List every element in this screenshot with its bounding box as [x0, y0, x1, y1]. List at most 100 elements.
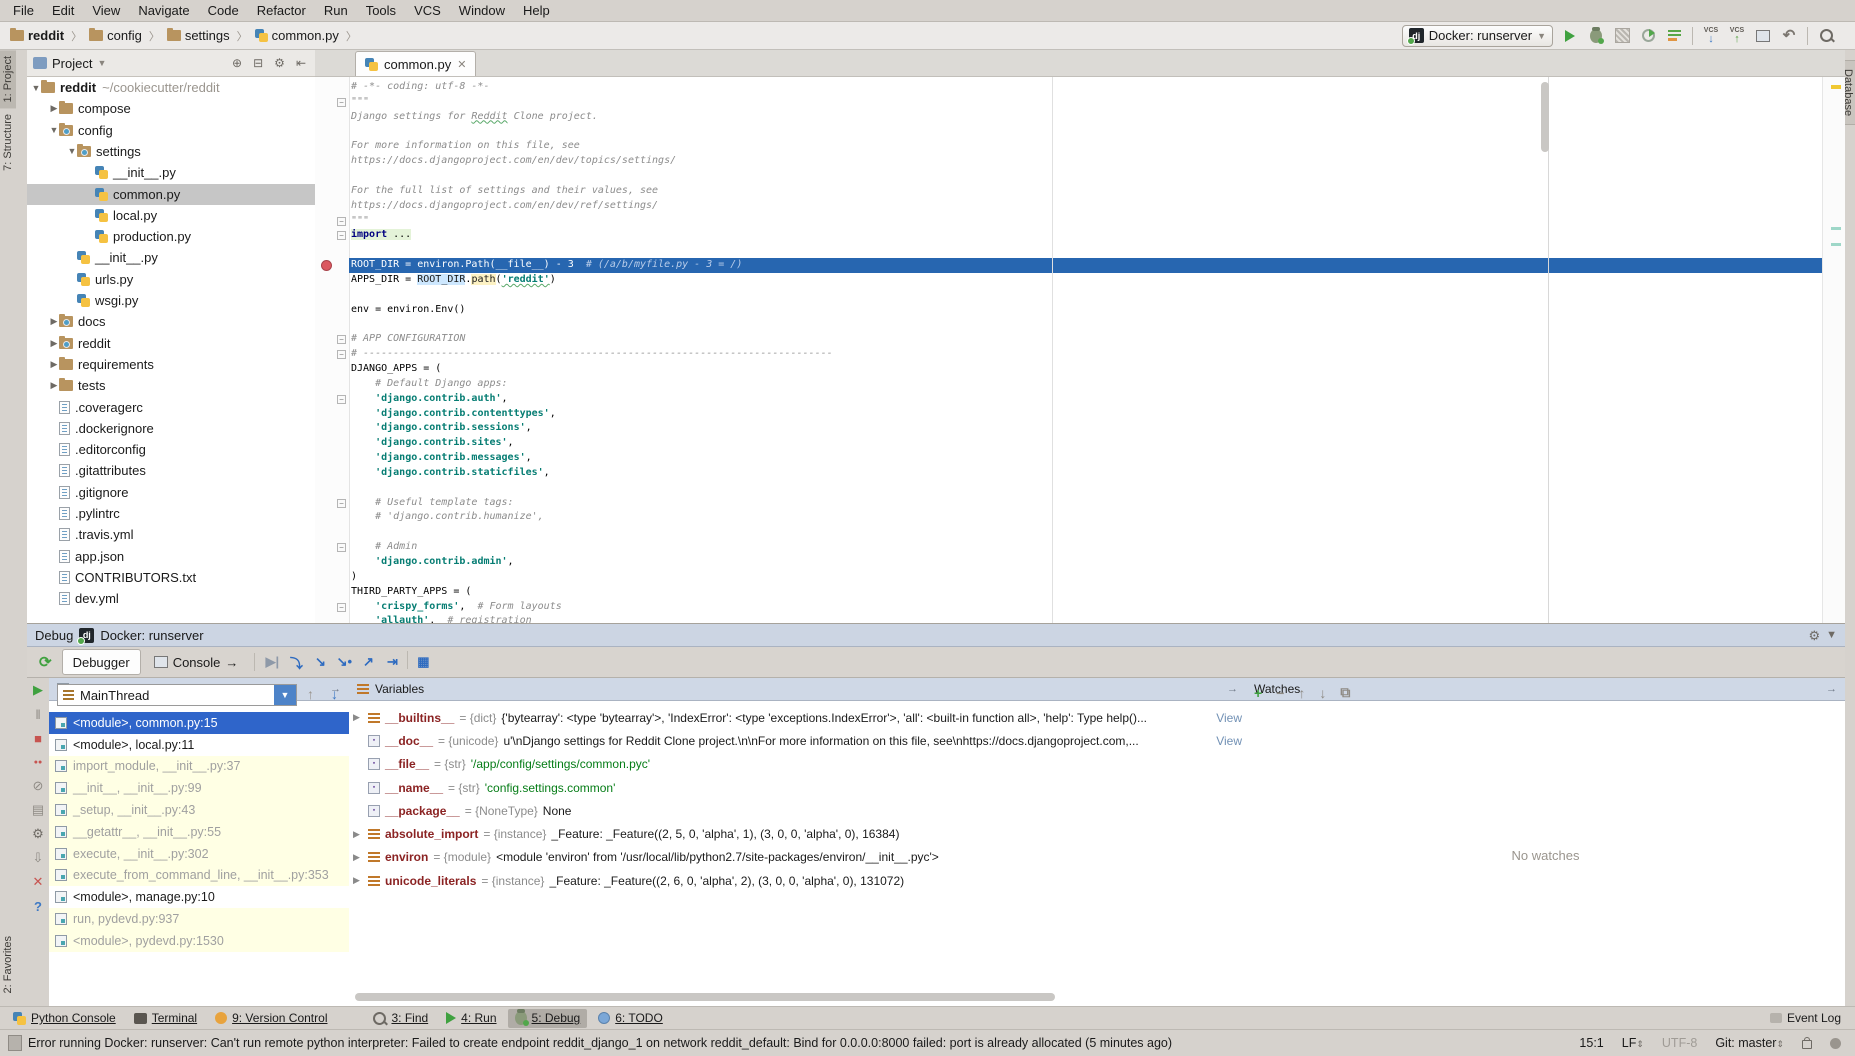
add-watch-button[interactable]: + [1254, 685, 1262, 701]
breadcrumb-item-common.py[interactable]: common.py [253, 27, 341, 44]
fold-marker-icon[interactable]: − [337, 603, 346, 612]
menu-item-edit[interactable]: Edit [43, 0, 83, 22]
tree-item--gitattributes[interactable]: .gitattributes [27, 460, 315, 481]
tree-item-wsgi-py[interactable]: wsgi.py [27, 290, 315, 311]
error-stripe[interactable] [1822, 77, 1845, 623]
remove-watch-button[interactable]: − [1276, 685, 1284, 701]
variable-row[interactable]: ▪__file__= {str}'/app/config/settings/co… [349, 753, 1246, 776]
tab-console[interactable]: Console→ [143, 649, 250, 675]
tree-item-requirements[interactable]: ▶requirements [27, 354, 315, 375]
stack-frame-row[interactable]: _setup, __init__.py:43 [49, 799, 349, 821]
tab-debugger[interactable]: Debugger [62, 649, 141, 675]
hide-panel-button[interactable]: ⇤ [293, 56, 309, 70]
expand-arrow-icon[interactable]: ▶ [49, 316, 59, 327]
expand-arrow-icon[interactable]: ▶ [353, 875, 363, 886]
stack-frame-row[interactable]: __init__, __init__.py:99 [49, 777, 349, 799]
tree-item-local-py[interactable]: local.py [27, 205, 315, 226]
thread-selector[interactable]: MainThread ▼ [57, 684, 297, 706]
lock-icon[interactable] [1802, 1040, 1812, 1049]
tool-window-button-Terminal[interactable]: Terminal [127, 1009, 204, 1028]
step-out-button[interactable]: ↗ [356, 651, 380, 673]
coverage-button[interactable] [1611, 25, 1633, 47]
fold-marker-icon[interactable]: − [337, 98, 346, 107]
pause-button[interactable]: ‖ [27, 702, 49, 726]
tree-item--travis-yml[interactable]: .travis.yml [27, 524, 315, 545]
move-up-button[interactable]: ↑ [1298, 685, 1305, 701]
detach-icon[interactable]: → [1227, 683, 1238, 695]
variable-row[interactable]: ▪__doc__= {unicode}u'\nDjango settings f… [349, 729, 1246, 752]
stack-frame-row[interactable]: <module>, manage.py:10 [49, 886, 349, 908]
editor-gutter[interactable]: −−−−−−−−− [315, 77, 350, 623]
fold-marker-icon[interactable]: − [337, 543, 346, 552]
expand-arrow-icon[interactable]: ▶ [49, 338, 59, 349]
caret-position-widget[interactable]: 15:1 [1579, 1036, 1603, 1050]
stack-frame-row[interactable]: import_module, __init__.py:37 [49, 756, 349, 778]
stack-frame-row[interactable]: __getattr__, __init__.py:55 [49, 821, 349, 843]
tool-window-button-3-Find[interactable]: 3: Find [366, 1009, 435, 1028]
variables-horizontal-scrollbar[interactable] [355, 993, 1055, 1001]
stack-frame-row[interactable]: <module>, common.py:15 [49, 712, 349, 734]
restore-layout-button[interactable]: ▤ [27, 798, 49, 822]
fold-marker-icon[interactable]: − [337, 217, 346, 226]
run-configuration-select[interactable]: dj Docker: runserver ▼ [1402, 25, 1553, 47]
tool-window-button-9-Version-Control[interactable]: 9: Version Control [208, 1009, 334, 1028]
pin-button[interactable]: ⇩ [27, 846, 49, 870]
debug-button[interactable] [1585, 25, 1607, 47]
vcs-commit-button[interactable]: VCS↑ [1726, 25, 1748, 47]
show-execution-point-button[interactable]: ▶| [260, 651, 284, 673]
info-stripe-mark[interactable] [1831, 227, 1841, 230]
move-down-button[interactable]: ↓ [1319, 685, 1326, 701]
tree-item-production-py[interactable]: production.py [27, 226, 315, 247]
expand-arrow-icon[interactable]: ▶ [49, 359, 59, 370]
expand-arrow-icon[interactable]: ▶ [353, 712, 363, 723]
tool-window-tab-7-Structure[interactable]: 7: Structure [0, 108, 16, 177]
search-everywhere-button[interactable] [1815, 25, 1837, 47]
stack-frame-row[interactable]: <module>, local.py:11 [49, 734, 349, 756]
line-separator-widget[interactable]: LF⇕ [1622, 1036, 1644, 1050]
run-to-cursor-button[interactable]: ⇥ [380, 651, 404, 673]
fold-marker-icon[interactable]: − [337, 499, 346, 508]
menu-item-code[interactable]: Code [199, 0, 248, 22]
stack-frame-row[interactable]: execute_from_command_line, __init__.py:3… [49, 865, 349, 887]
settings-button[interactable]: ⚙ [27, 822, 49, 846]
menu-item-run[interactable]: Run [315, 0, 357, 22]
stack-frame-row[interactable]: <module>, pydevd.py:1530 [49, 930, 349, 952]
info-stripe-mark[interactable] [1831, 243, 1841, 246]
collapse-arrow-icon[interactable]: ▼ [67, 146, 77, 156]
evaluate-expression-button[interactable]: ▦ [411, 651, 435, 673]
tool-window-button-6-TODO[interactable]: 6: TODO [591, 1009, 670, 1028]
breakpoint-icon[interactable] [321, 260, 332, 271]
encoding-widget[interactable]: UTF-8 [1662, 1036, 1697, 1050]
locate-file-button[interactable]: ⊕ [229, 56, 245, 70]
mute-breakpoints-button[interactable]: ⊘ [27, 774, 49, 798]
menu-item-navigate[interactable]: Navigate [129, 0, 198, 22]
rerun-icon[interactable]: ⟳ [31, 653, 60, 671]
tree-item-settings[interactable]: ▼settings [27, 141, 315, 162]
view-breakpoints-button[interactable]: ●● [27, 750, 49, 774]
expand-arrow-icon[interactable]: ▶ [353, 852, 363, 863]
menu-item-vcs[interactable]: VCS [405, 0, 450, 22]
tree-item-tests[interactable]: ▶tests [27, 375, 315, 396]
warning-stripe-mark[interactable] [1831, 85, 1841, 89]
tree-item-common-py[interactable]: common.py [27, 184, 315, 205]
previous-frame-button[interactable]: ↑ [307, 686, 314, 702]
menu-item-tools[interactable]: Tools [357, 0, 405, 22]
menu-item-file[interactable]: File [4, 0, 43, 22]
close-button[interactable]: ✕ [27, 870, 49, 894]
tree-item-compose[interactable]: ▶compose [27, 98, 315, 119]
tree-item--gitignore[interactable]: .gitignore [27, 482, 315, 503]
tree-item--pylintrc[interactable]: .pylintrc [27, 503, 315, 524]
status-message-icon[interactable] [8, 1035, 22, 1051]
tree-item--dockerignore[interactable]: .dockerignore [27, 418, 315, 439]
resume-button[interactable]: ▶ [27, 678, 49, 702]
view-link[interactable]: View [1210, 711, 1242, 725]
vcs-update-button[interactable]: VCS↓ [1700, 25, 1722, 47]
tree-item-__init__-py[interactable]: __init__.py [27, 162, 315, 183]
fold-marker-icon[interactable]: − [337, 231, 346, 240]
tool-window-tab-1-Project[interactable]: 1: Project [0, 50, 16, 108]
tree-item-reddit[interactable]: ▶reddit [27, 333, 315, 354]
status-message[interactable]: Error running Docker: runserver: Can't r… [28, 1036, 1172, 1050]
editor-scrollbar-thumb[interactable] [1541, 82, 1549, 152]
tool-window-button-Python-Console[interactable]: Python Console [6, 1009, 123, 1028]
close-tab-icon[interactable]: ✕ [457, 58, 466, 71]
